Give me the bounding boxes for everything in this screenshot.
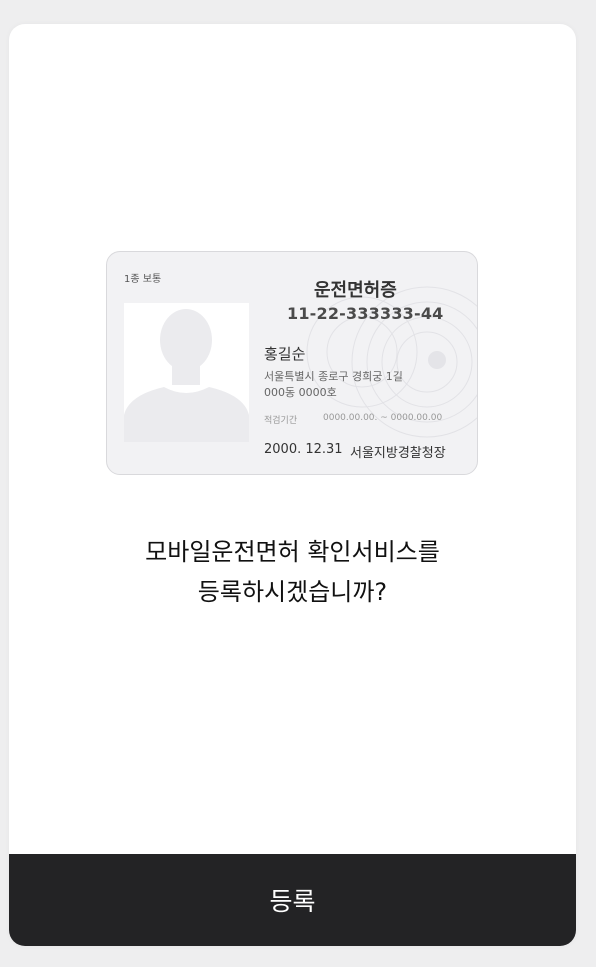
issuer: 서울지방경찰청장 bbox=[350, 446, 446, 461]
address-line-1: 서울특별시 종로구 경희궁 1길 bbox=[264, 370, 403, 383]
question-line-2: 등록하시겠습니까? bbox=[197, 578, 388, 606]
profile-photo bbox=[124, 303, 249, 442]
confirmation-question: 모바일운전면허 확인서비스를 등록하시겠습니까? bbox=[9, 532, 576, 612]
period-value: 0000.00.00. ~ 0000.00.00 bbox=[323, 413, 443, 423]
registration-dialog: 1종 보통 운전면허증 11-22-333333-44 홍길순 서울특별시 종로… bbox=[9, 24, 576, 946]
address-line-2: 000동 0000호 bbox=[264, 386, 337, 399]
license-card: 1종 보통 운전면허증 11-22-333333-44 홍길순 서울특별시 종로… bbox=[106, 251, 478, 475]
license-type-label: 1종 보통 bbox=[124, 274, 162, 285]
issue-date: 2000. 12.31 bbox=[264, 442, 343, 457]
card-title: 운전면허증 bbox=[314, 280, 397, 301]
question-line-1: 모바일운전면허 확인서비스를 bbox=[145, 538, 440, 566]
person-silhouette-icon bbox=[124, 309, 249, 442]
license-number: 11-22-333333-44 bbox=[287, 304, 444, 323]
period-label: 적검기간 bbox=[264, 416, 298, 426]
register-button[interactable]: 등록 bbox=[9, 854, 576, 946]
holder-name: 홍길순 bbox=[264, 345, 306, 363]
